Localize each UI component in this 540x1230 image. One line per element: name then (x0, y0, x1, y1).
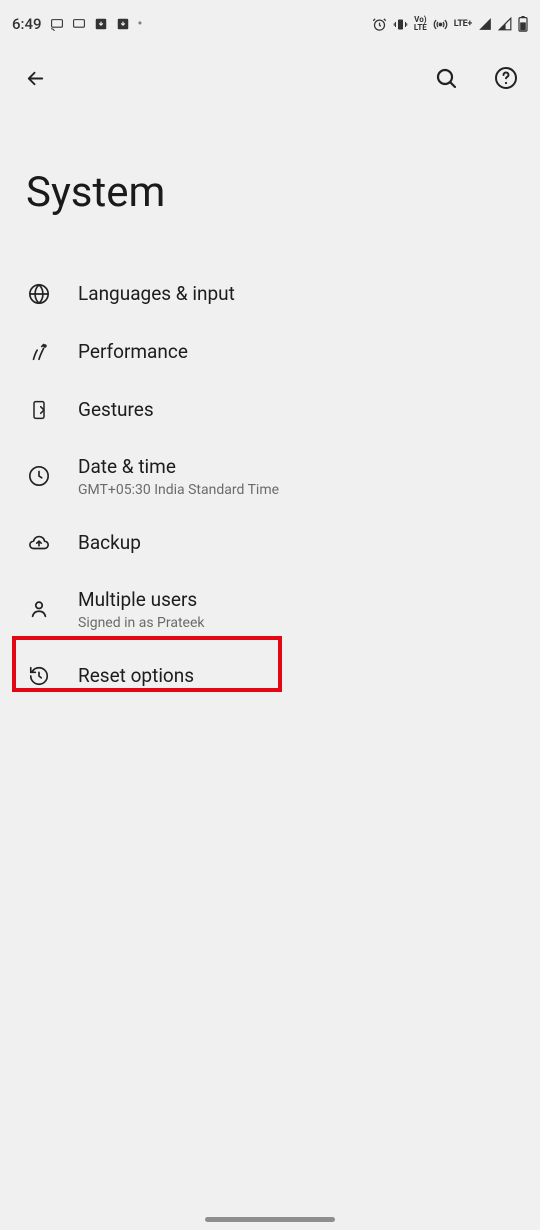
settings-item-label: Gestures (78, 398, 154, 422)
download-icon (94, 17, 108, 31)
settings-item-label: Performance (78, 340, 188, 364)
settings-item-label: Multiple users (78, 588, 204, 612)
search-icon (434, 66, 458, 90)
settings-item-performance[interactable]: Performance (0, 323, 540, 381)
cloud-upload-icon (26, 532, 52, 554)
settings-item-datetime[interactable]: Date & time GMT+05:30 India Standard Tim… (0, 439, 540, 514)
settings-item-sublabel: GMT+05:30 India Standard Time (78, 482, 279, 498)
cast-icon-2 (72, 18, 86, 31)
search-button[interactable] (430, 62, 462, 94)
lte-text: LTE+ (454, 19, 472, 29)
settings-item-sublabel: Signed in as Prateek (78, 615, 204, 631)
home-indicator[interactable] (205, 1217, 335, 1222)
back-button[interactable] (20, 63, 51, 94)
status-time: 6:49 (12, 15, 42, 33)
status-bar: 6:49 • Vo)LTE LTE+ (0, 0, 540, 48)
page-title: System (0, 108, 540, 265)
volte-icon: Vo)LTE (414, 16, 427, 32)
person-icon (26, 598, 52, 620)
battery-icon (518, 16, 528, 32)
dot-icon: • (138, 16, 143, 32)
settings-item-languages[interactable]: Languages & input (0, 265, 540, 323)
arrow-left-icon (24, 67, 47, 90)
alarm-icon (372, 17, 387, 32)
vibrate-icon (393, 17, 408, 32)
signal-icon-1 (478, 17, 492, 31)
settings-list: Languages & input Performance Gestures D… (0, 265, 540, 705)
gestures-icon (26, 399, 52, 421)
settings-item-users[interactable]: Multiple users Signed in as Prateek (0, 572, 540, 647)
performance-icon (26, 341, 52, 363)
toolbar (0, 48, 540, 108)
settings-item-reset[interactable]: Reset options (0, 647, 540, 705)
settings-item-label: Backup (78, 531, 141, 555)
settings-item-gestures[interactable]: Gestures (0, 381, 540, 439)
settings-item-label: Date & time (78, 455, 279, 479)
clock-icon (26, 465, 52, 487)
help-icon (494, 66, 518, 90)
hotspot-icon (433, 17, 448, 32)
cast-icon (50, 18, 64, 31)
settings-item-label: Reset options (78, 664, 194, 688)
settings-item-backup[interactable]: Backup (0, 514, 540, 572)
help-button[interactable] (490, 62, 522, 94)
download-icon-2 (116, 17, 130, 31)
reset-icon (26, 665, 52, 687)
signal-icon-2 (498, 17, 512, 31)
globe-icon (26, 283, 52, 305)
settings-item-label: Languages & input (78, 282, 235, 306)
